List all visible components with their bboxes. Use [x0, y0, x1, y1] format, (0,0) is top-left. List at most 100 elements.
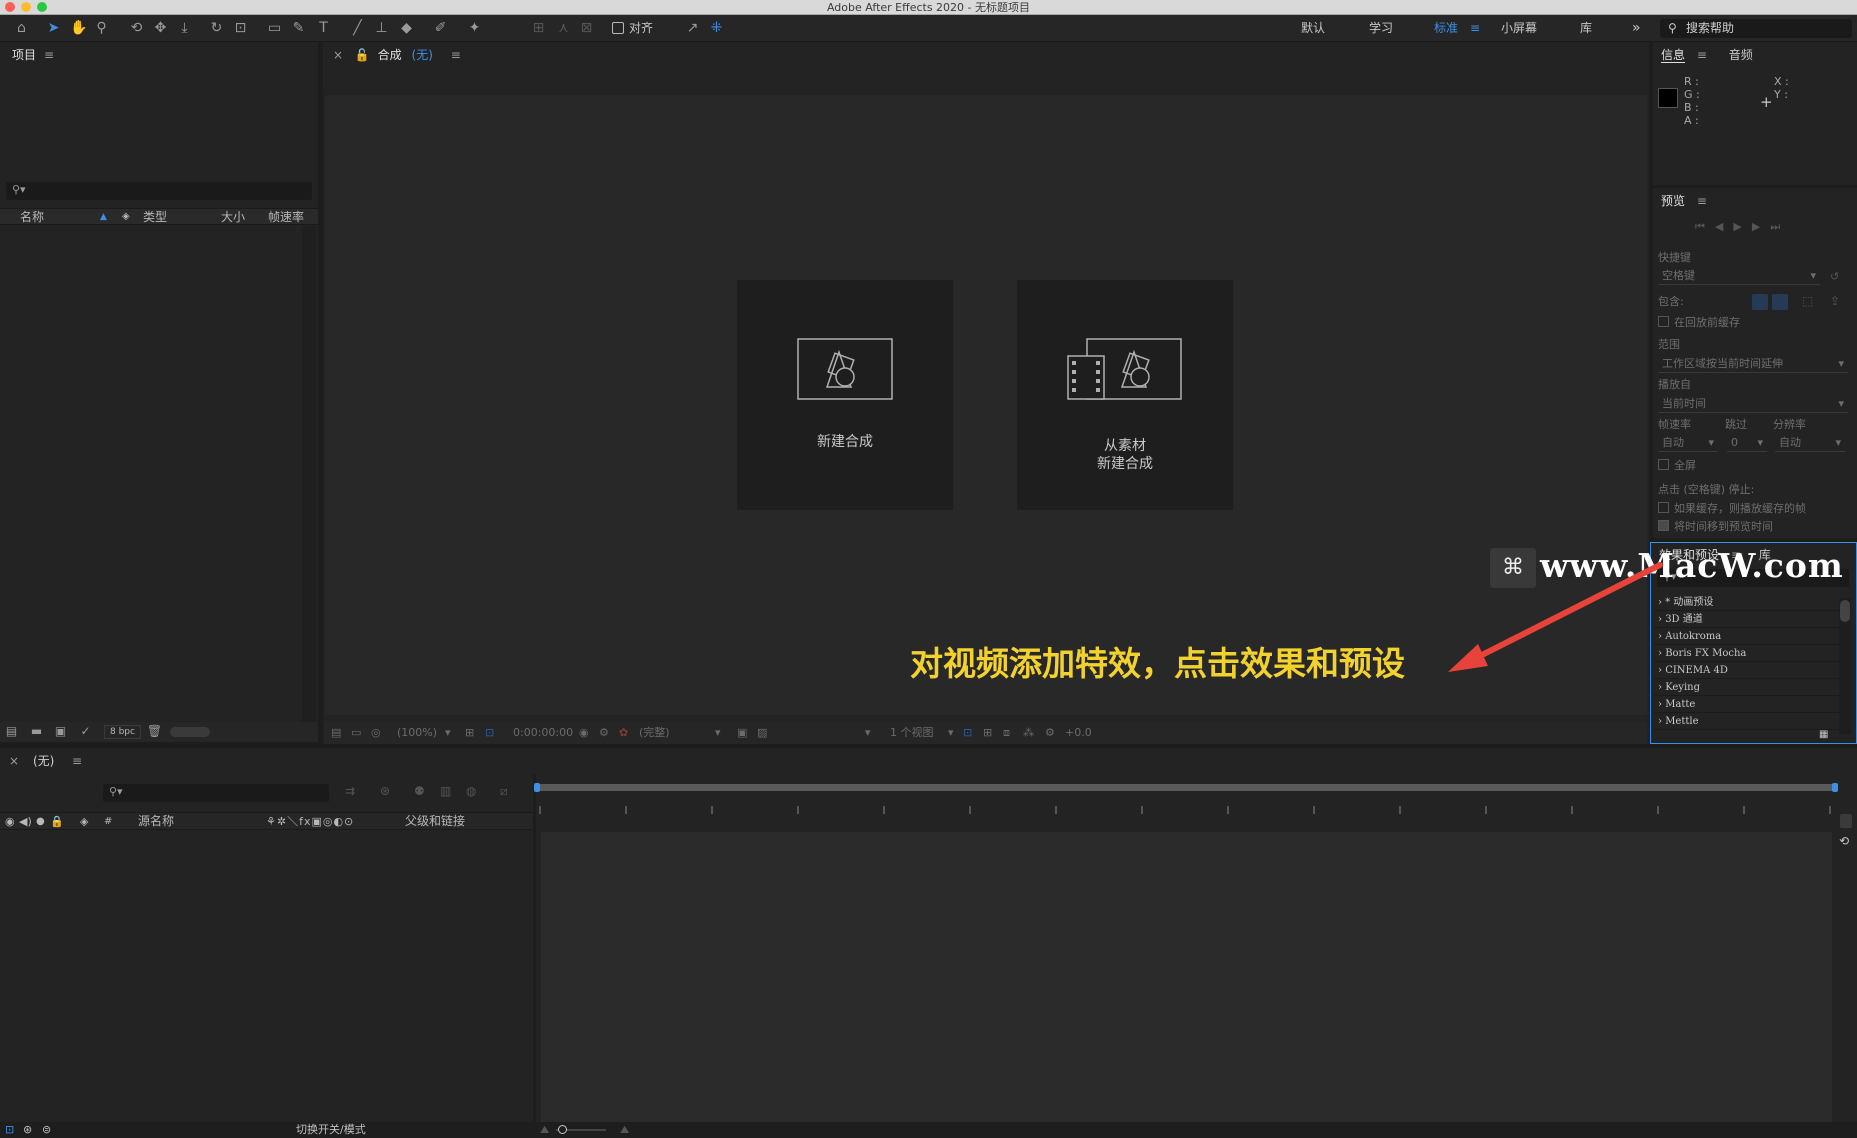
frame-blending-icon[interactable]: ▥ — [440, 784, 451, 798]
effect-category[interactable]: › Keying — [1654, 679, 1840, 696]
effect-category[interactable]: › 3D 通道 — [1654, 611, 1840, 628]
timeline-zoom-handle[interactable] — [1840, 814, 1852, 828]
work-area-bar[interactable] — [536, 784, 1836, 791]
column-size[interactable]: 大小 — [221, 209, 245, 225]
snapping-icon[interactable]: ↗ — [684, 20, 701, 37]
timeline-search-input[interactable]: ⚲▾ — [103, 784, 329, 802]
include-audio-toggle[interactable] — [1772, 294, 1788, 310]
previous-frame-icon[interactable]: ◀ — [1715, 220, 1733, 233]
panel-menu-icon[interactable]: ≡ — [1697, 194, 1707, 208]
workspace-default[interactable]: 默认 — [1301, 15, 1325, 42]
workspace-standard[interactable]: 标准 — [1434, 15, 1458, 42]
play-icon[interactable]: ▶ — [1733, 220, 1751, 233]
zoom-tool-icon[interactable]: ⚲ — [93, 20, 110, 37]
world-axis-icon[interactable]: ⋏ — [555, 20, 572, 37]
column-type[interactable]: 类型 — [143, 209, 167, 225]
show-snapshot-icon[interactable]: ⚙ — [599, 722, 609, 744]
chevron-down-icon[interactable]: ▾ — [948, 722, 954, 744]
comp-mini-flowchart-icon[interactable]: ⇉ — [345, 784, 355, 798]
always-preview-icon[interactable]: ▤ — [331, 722, 341, 744]
trash-icon[interactable]: 🗑 — [146, 723, 163, 740]
type-tool-icon[interactable]: T — [315, 20, 332, 37]
work-area-end-handle[interactable] — [1832, 783, 1838, 792]
fps-dropdown[interactable]: 自动 ▾ — [1658, 434, 1718, 452]
stop-option1-checkbox[interactable] — [1658, 502, 1669, 513]
3d-view-icon[interactable]: ⧈ — [1003, 722, 1010, 744]
workspace-learn[interactable]: 学习 — [1369, 15, 1393, 42]
parent-link-column[interactable]: 父级和链接 — [405, 813, 465, 830]
panel-menu-icon[interactable]: ≡ — [451, 48, 461, 62]
workspace-small-screen[interactable]: 小屏幕 — [1501, 15, 1537, 42]
comp-tab-value[interactable]: (无) — [412, 48, 433, 62]
time-ruler-ticks[interactable] — [536, 806, 1836, 816]
help-search-input[interactable]: ⚲ 搜索帮助 — [1660, 19, 1852, 38]
rotate-tool-icon[interactable]: ↻ — [208, 20, 225, 37]
pan-behind-icon[interactable]: ⊡ — [232, 20, 249, 37]
draft-3d-icon[interactable]: ⊛ — [380, 784, 390, 798]
snapshot-icon[interactable]: ◉ — [579, 722, 589, 744]
workspace-libraries[interactable]: 库 — [1580, 15, 1592, 42]
bit-depth-button[interactable]: 8 bpc — [104, 725, 141, 739]
resolution-dropdown[interactable]: (完整) — [639, 722, 670, 744]
brush-tool-icon[interactable]: ╱ — [349, 20, 366, 37]
comp-tab[interactable]: × 🔓 合成 (无) ≡ — [333, 42, 461, 68]
timecode-display[interactable]: 0:00:00:00 — [513, 722, 573, 744]
eraser-tool-icon[interactable]: ◆ — [398, 20, 415, 37]
audio-icon[interactable]: ◀) — [19, 813, 32, 830]
time-zoom-thumb[interactable] — [558, 1125, 567, 1134]
render-time-icon[interactable]: ⊜ — [42, 1122, 51, 1138]
effects-scrollbar[interactable] — [1839, 598, 1851, 734]
fullscreen-checkbox[interactable] — [1658, 459, 1669, 470]
chevron-down-icon[interactable]: ▾ — [715, 722, 721, 744]
motion-blur-icon[interactable]: ◍ — [466, 784, 476, 798]
exposure-value[interactable]: +0.0 — [1065, 722, 1092, 744]
view-axis-icon[interactable]: ⊠ — [578, 20, 595, 37]
visibility-icon[interactable]: ◉ — [5, 813, 15, 830]
roto-brush-icon[interactable]: ✐ — [432, 20, 449, 37]
layer-switches-toggle-icon[interactable]: ⊡ — [5, 1122, 14, 1138]
pen-tool-icon[interactable]: ✎ — [290, 20, 307, 37]
audio-tab[interactable]: 音频 — [1729, 48, 1753, 62]
workspace-menu-icon[interactable]: ≡ — [1470, 15, 1480, 42]
info-tab[interactable]: 信息 — [1661, 48, 1686, 63]
solo-icon[interactable]: ● — [36, 813, 45, 830]
effect-category[interactable]: › CINEMA 4D — [1654, 662, 1840, 679]
include-video-toggle[interactable] — [1752, 294, 1768, 310]
effects-scroll-thumb[interactable] — [1840, 600, 1850, 622]
orbit-camera-icon[interactable]: ⟲ — [128, 20, 145, 37]
clone-stamp-icon[interactable]: ⊥ — [373, 20, 390, 37]
reset-icon[interactable]: ↺ — [1830, 270, 1839, 283]
puppet-pin-icon[interactable]: ✦ — [466, 20, 483, 37]
skip-dropdown[interactable]: 0 ▾ — [1727, 434, 1767, 452]
zoom-dropdown[interactable]: (100%) — [397, 722, 437, 744]
new-folder-icon[interactable]: ▬ — [28, 723, 45, 740]
safe-margins-icon[interactable]: ⊞ — [465, 722, 474, 744]
interpret-footage-icon[interactable]: ▤ — [3, 723, 20, 740]
work-area-start-handle[interactable] — [534, 783, 540, 792]
effect-category[interactable]: › Boris FX Mocha — [1654, 645, 1840, 662]
more-workspaces-icon[interactable]: » — [1632, 15, 1641, 42]
stop-option2-checkbox[interactable] — [1658, 520, 1669, 531]
play-from-dropdown[interactable]: 当前时间 ▾ — [1658, 395, 1848, 413]
next-frame-icon[interactable]: ▶ — [1752, 220, 1770, 233]
toggle-switches-modes-button[interactable]: 切换开关/模式 — [296, 1122, 366, 1138]
layer-number-icon[interactable]: # — [104, 813, 112, 830]
timeline-tab-value[interactable]: (无) — [33, 748, 54, 774]
transfer-controls-icon[interactable]: ⊛ — [23, 1122, 32, 1138]
column-framerate[interactable]: 帧速率 — [268, 209, 304, 225]
fast-preview-icon[interactable]: ▭ — [351, 722, 361, 744]
hand-tool-icon[interactable]: ✋ — [70, 20, 87, 37]
timeline-track-area[interactable] — [541, 832, 1832, 1122]
chevron-down-icon[interactable]: ▾ — [865, 722, 871, 744]
comp-button-icon[interactable]: ⟲ — [1839, 834, 1849, 848]
first-frame-icon[interactable]: ⏮ — [1695, 220, 1715, 233]
range-dropdown[interactable]: 工作区域按当前时间延伸 ▾ — [1658, 355, 1848, 373]
lock-icon[interactable]: 🔓 — [355, 48, 370, 62]
sort-ascending-icon[interactable]: ▲ — [100, 209, 107, 225]
panel-menu-icon[interactable]: ≡ — [72, 748, 82, 774]
chevron-down-icon[interactable]: ▾ — [445, 722, 451, 744]
new-composition-icon[interactable]: ▣ — [52, 723, 69, 740]
align-checkbox[interactable] — [612, 22, 624, 34]
overlay-icon[interactable]: ⬚ — [1802, 294, 1813, 308]
lock-icon[interactable]: 🔒 — [50, 813, 64, 830]
